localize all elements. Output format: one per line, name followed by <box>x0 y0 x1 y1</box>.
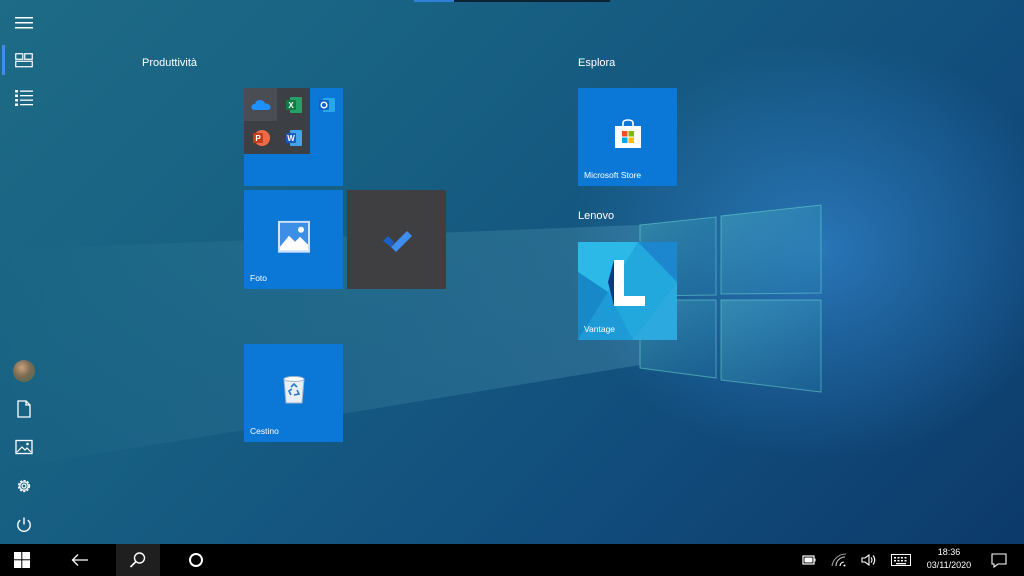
top-indicator-track <box>454 0 610 2</box>
svg-text:P: P <box>255 134 261 143</box>
wifi-icon <box>831 553 847 567</box>
tile-label: Foto <box>250 273 268 283</box>
cestino-tile[interactable]: Cestino <box>244 344 343 442</box>
action-center-button[interactable] <box>984 544 1014 576</box>
todo-checkmark-icon <box>382 230 412 252</box>
windows-logo-icon <box>14 552 30 568</box>
group-title-lenovo[interactable]: Lenovo <box>578 210 614 222</box>
onedrive-app <box>244 88 277 121</box>
todo-tile[interactable] <box>347 190 446 289</box>
settings-icon <box>17 479 31 493</box>
powerpoint-app: P <box>244 121 277 154</box>
svg-text:W: W <box>287 134 295 143</box>
cortana-button[interactable] <box>174 544 218 576</box>
pictures-button[interactable] <box>0 428 48 466</box>
outlook-icon <box>318 97 335 112</box>
folder-preview: X P W <box>244 88 335 154</box>
group-title-esplora[interactable]: Esplora <box>578 57 615 69</box>
power-icon <box>17 517 31 532</box>
start-screen: Produttività X P W Foto Cestino Esplora … <box>0 0 1024 544</box>
documents-icon <box>17 400 31 418</box>
excel-icon: X <box>285 96 302 113</box>
settings-button[interactable] <box>0 467 48 505</box>
notification-icon <box>991 552 1007 568</box>
documents-button[interactable] <box>0 390 48 428</box>
top-indicator-active <box>414 0 454 2</box>
battery-icon <box>802 555 816 565</box>
svg-text:X: X <box>288 101 294 110</box>
pictures-icon <box>15 439 33 455</box>
pinned-tiles-icon <box>15 53 33 68</box>
start-button[interactable] <box>0 544 44 576</box>
clock-date: 03/11/2020 <box>926 560 972 570</box>
tile-label: Microsoft Store <box>584 170 642 180</box>
onedrive-icon <box>250 99 270 110</box>
keyboard-icon <box>891 554 911 566</box>
foto-tile[interactable]: Foto <box>244 190 343 289</box>
wallpaper-windows-logo <box>0 204 822 470</box>
word-icon: W <box>285 129 302 146</box>
search-button[interactable] <box>116 544 160 576</box>
back-arrow-icon <box>71 554 88 566</box>
user-account-button[interactable] <box>0 352 48 390</box>
photos-icon <box>277 220 310 253</box>
touch-keyboard-button[interactable] <box>886 544 916 576</box>
tablet-tray-button[interactable] <box>796 544 822 576</box>
office-folder-tile[interactable]: X P W <box>244 88 343 186</box>
taskbar-clock[interactable]: 18:36 03/11/2020 <box>918 546 980 574</box>
clock-time: 18:36 <box>937 547 961 557</box>
start-left-rail <box>0 0 48 544</box>
microsoft-store-tile[interactable]: Microsoft Store <box>578 88 677 186</box>
recycle-bin-icon <box>282 376 305 404</box>
speaker-icon <box>861 553 876 567</box>
volume-button[interactable] <box>856 544 882 576</box>
power-button[interactable] <box>0 506 48 544</box>
pinned-tiles-button[interactable] <box>0 41 48 79</box>
all-apps-button[interactable] <box>0 79 48 117</box>
avatar <box>13 360 35 382</box>
store-bag-icon <box>614 119 641 148</box>
all-apps-list-icon <box>15 90 33 106</box>
word-app: W <box>277 121 310 154</box>
taskbar: 18:36 03/11/2020 <box>0 544 1024 576</box>
excel-app: X <box>277 88 310 121</box>
top-indicator <box>414 0 610 2</box>
vantage-tile[interactable]: Vantage <box>578 242 677 340</box>
outlook-app <box>310 88 343 121</box>
cortana-icon <box>189 553 203 567</box>
tile-label: Cestino <box>250 426 279 436</box>
powerpoint-icon: P <box>252 129 270 146</box>
search-icon <box>129 552 146 568</box>
network-button[interactable] <box>826 544 852 576</box>
hamburger-menu-icon <box>15 17 33 29</box>
tile-label: Vantage <box>584 324 616 334</box>
hamburger-menu-button[interactable] <box>0 4 48 42</box>
back-button[interactable] <box>58 544 102 576</box>
group-title-produttivita[interactable]: Produttività <box>142 57 197 69</box>
